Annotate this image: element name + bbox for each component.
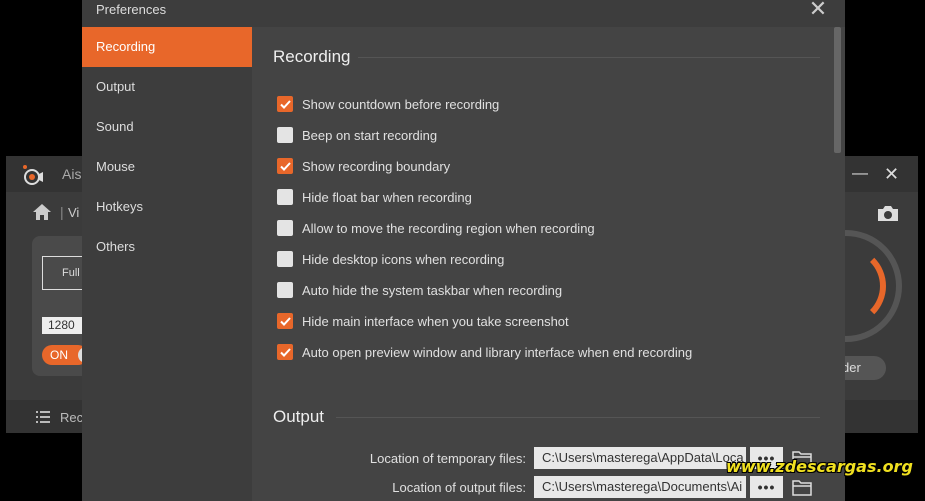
close-icon[interactable]: ✕ — [806, 0, 830, 22]
option-label: Allow to move the recording region when … — [302, 220, 595, 236]
background-close-icon[interactable]: ✕ — [884, 164, 899, 185]
option-checkbox[interactable] — [277, 127, 293, 143]
option-checkbox[interactable] — [277, 282, 293, 298]
output-files-browse-button[interactable]: ••• — [750, 476, 783, 498]
option-checkbox[interactable] — [277, 96, 293, 112]
temp-files-label: Location of temporary files: — [369, 451, 526, 466]
width-field[interactable]: 1280 — [42, 317, 82, 334]
output-section-title: Output — [273, 407, 325, 426]
preferences-sidebar: Recording Output Sound Mouse Hotkeys Oth… — [82, 27, 252, 501]
sidebar-item-others[interactable]: Others — [82, 227, 252, 267]
output-files-path-input[interactable]: C:\Users\masterega\Documents\Ai — [534, 476, 746, 498]
option-checkbox[interactable] — [277, 158, 293, 174]
recording-section-title: Recording — [273, 47, 351, 66]
option-checkbox[interactable] — [277, 189, 293, 205]
recording-option-row[interactable]: Auto open preview window and library int… — [277, 343, 692, 361]
sidebar-item-mouse[interactable]: Mouse — [82, 147, 252, 187]
option-checkbox[interactable] — [277, 220, 293, 236]
checkmark-icon — [279, 161, 291, 171]
sidebar-item-sound[interactable]: Sound — [82, 107, 252, 147]
option-checkbox[interactable] — [277, 344, 293, 360]
output-files-label: Location of output files: — [392, 480, 526, 495]
sidebar-item-recording[interactable]: Recording — [82, 27, 252, 67]
recording-option-row[interactable]: Hide float bar when recording — [277, 188, 472, 206]
recording-section-divider — [358, 57, 820, 58]
checkmark-icon — [279, 316, 291, 326]
recording-option-row[interactable]: Auto hide the system taskbar when record… — [277, 281, 562, 299]
option-label: Hide desktop icons when recording — [302, 251, 505, 267]
checkmark-icon — [279, 347, 291, 357]
option-checkbox[interactable] — [277, 251, 293, 267]
checkmark-icon — [279, 99, 291, 109]
option-label: Auto open preview window and library int… — [302, 344, 693, 360]
output-section-divider — [336, 417, 820, 418]
option-label: Show countdown before recording — [302, 96, 500, 112]
recording-option-row[interactable]: Show recording boundary — [277, 157, 450, 175]
dialog-title: Preferences — [96, 2, 167, 17]
recording-option-row[interactable]: Hide main interface when you take screen… — [277, 312, 569, 330]
recording-option-row[interactable]: Beep on start recording — [277, 126, 437, 144]
option-checkbox[interactable] — [277, 313, 293, 329]
list-icon[interactable] — [36, 411, 50, 423]
background-mode-label: Vi — [68, 205, 80, 220]
option-label: Show recording boundary — [302, 158, 451, 174]
option-label: Hide float bar when recording — [302, 189, 472, 205]
recording-option-row[interactable]: Hide desktop icons when recording — [277, 250, 504, 268]
full-region-label: Full — [62, 267, 80, 279]
watermark-text: www.zdescargas.org — [726, 457, 913, 476]
sidebar-item-hotkeys[interactable]: Hotkeys — [82, 187, 252, 227]
preferences-dialog: Preferences ✕ Recording Output Sound Mou… — [82, 0, 845, 501]
camera-icon[interactable] — [876, 204, 900, 222]
sidebar-item-output[interactable]: Output — [82, 67, 252, 107]
minimize-icon[interactable]: — — [852, 165, 868, 183]
temp-files-path-input[interactable]: C:\Users\masterega\AppData\Loca — [534, 447, 746, 469]
home-icon[interactable] — [32, 203, 52, 221]
preferences-content: Recording Show countdown before recordin… — [252, 27, 845, 501]
recording-option-row[interactable]: Allow to move the recording region when … — [277, 219, 595, 237]
scrollbar-thumb[interactable] — [834, 27, 841, 153]
app-logo-icon — [23, 165, 43, 185]
toggle-label: ON — [50, 348, 68, 362]
option-label: Beep on start recording — [302, 127, 438, 143]
recording-option-row[interactable]: Show countdown before recording — [277, 95, 499, 113]
recording-history-label[interactable]: Rec — [60, 410, 83, 425]
option-label: Auto hide the system taskbar when record… — [302, 282, 563, 298]
background-app-title: Ais — [62, 166, 82, 182]
breadcrumb-separator: | — [60, 204, 64, 220]
output-folder-icon[interactable] — [792, 478, 812, 496]
option-label: Hide main interface when you take screen… — [302, 313, 569, 329]
